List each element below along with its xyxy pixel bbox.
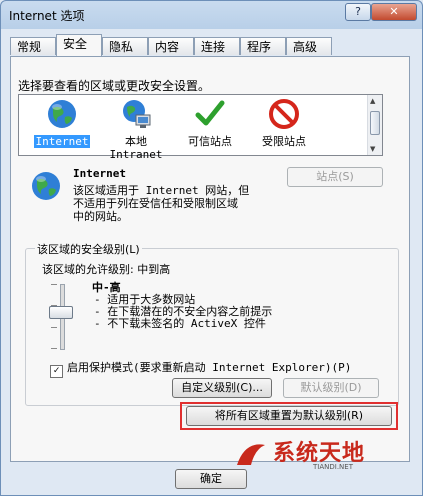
allowed-level-text: 该区域的允许级别: 中到高 (42, 263, 171, 276)
tab-programs[interactable]: 程序 (240, 37, 286, 55)
scroll-down-arrow-icon[interactable]: ▼ (370, 145, 375, 153)
protected-mode-checkbox[interactable]: ✓ (50, 365, 63, 378)
protected-mode-label: 启用保护模式(要求重新启动 Internet Explorer)(P) (67, 361, 352, 374)
zone-prompt: 选择要查看的区域或更改安全设置。 (18, 79, 211, 93)
zone-internet[interactable]: Internet (31, 97, 93, 148)
window-title: Internet 选项 (9, 9, 85, 23)
tab-advanced[interactable]: 高级 (286, 37, 332, 55)
zone-title: Internet (73, 167, 126, 180)
zone-desc-line: 该区域适用于 Internet 网站，但 (73, 184, 250, 197)
zone-intranet[interactable]: 本地 Intranet (105, 97, 167, 161)
tab-privacy[interactable]: 隐私 (102, 37, 148, 55)
tab-general[interactable]: 常规 (10, 37, 56, 55)
zone-list: Internet 本地 Intranet 可信站点 受限站点 ▲ ▼ (18, 94, 383, 161)
level-desc-item: 不下载未签名的 ActiveX 控件 (103, 318, 272, 330)
help-button[interactable]: ? (345, 3, 371, 21)
tab-security[interactable]: 安全 (56, 34, 102, 56)
tab-content[interactable]: 内容 (148, 37, 194, 55)
zone-desc-line: 中的网站。 (73, 210, 128, 223)
zone-restricted[interactable]: 受限站点 (253, 97, 315, 148)
highlight-box (180, 402, 398, 430)
brand-logo-icon (237, 444, 265, 465)
zone-list-scrollbar[interactable]: ▲ ▼ (367, 95, 382, 155)
zone-trusted[interactable]: 可信站点 (179, 97, 241, 148)
zone-description: 该区域适用于 Internet 网站，但 不适用于列在受信任和受限制区域 中的网… (73, 184, 273, 223)
custom-level-button[interactable]: 自定义级别(C)... (172, 378, 272, 398)
level-description: 适用于大多数网站 在下载潜在的不安全内容之前提示 不下载未签名的 ActiveX… (103, 294, 272, 330)
slider-tick (51, 284, 57, 285)
protected-mode-option[interactable]: ✓ 启用保护模式(要求重新启动 Internet Explorer)(P) (50, 359, 351, 378)
zone-label-intranet: 本地 Intranet (109, 135, 163, 161)
watermark-sub: TIANDI.NET (313, 463, 353, 471)
slider-thumb[interactable] (49, 306, 73, 319)
intranet-icon (123, 100, 151, 128)
internet-options-dialog: Internet 选项 ? ✕ 常规 安全 隐私 内容 连接 程序 高级 选择要… (0, 0, 423, 496)
zone-label-trusted: 可信站点 (188, 135, 232, 148)
prohibited-icon (269, 99, 299, 129)
slider-tick (51, 327, 57, 328)
tab-connections[interactable]: 连接 (194, 37, 240, 55)
globe-icon (48, 100, 76, 128)
slider-tick (51, 348, 57, 349)
sites-button[interactable]: 站点(S) (287, 167, 383, 187)
default-level-button[interactable]: 默认级别(D) (283, 378, 379, 398)
security-level-legend: 该区域的安全级别(L) (35, 241, 142, 257)
zone-desc-line: 不适用于列在受信任和受限制区域 (73, 197, 238, 210)
zone-label-restricted: 受限站点 (262, 135, 306, 148)
checkmark-icon (195, 100, 225, 126)
scroll-thumb[interactable] (370, 111, 380, 135)
zone-label-internet: Internet (33, 135, 91, 148)
close-button[interactable]: ✕ (371, 3, 417, 21)
title-bar: Internet 选项 ? ✕ (1, 1, 422, 27)
watermark-logo: 系统天地 TIANDI.NET (233, 435, 413, 495)
scroll-up-arrow-icon[interactable]: ▲ (370, 97, 375, 105)
globe-icon (32, 172, 60, 200)
